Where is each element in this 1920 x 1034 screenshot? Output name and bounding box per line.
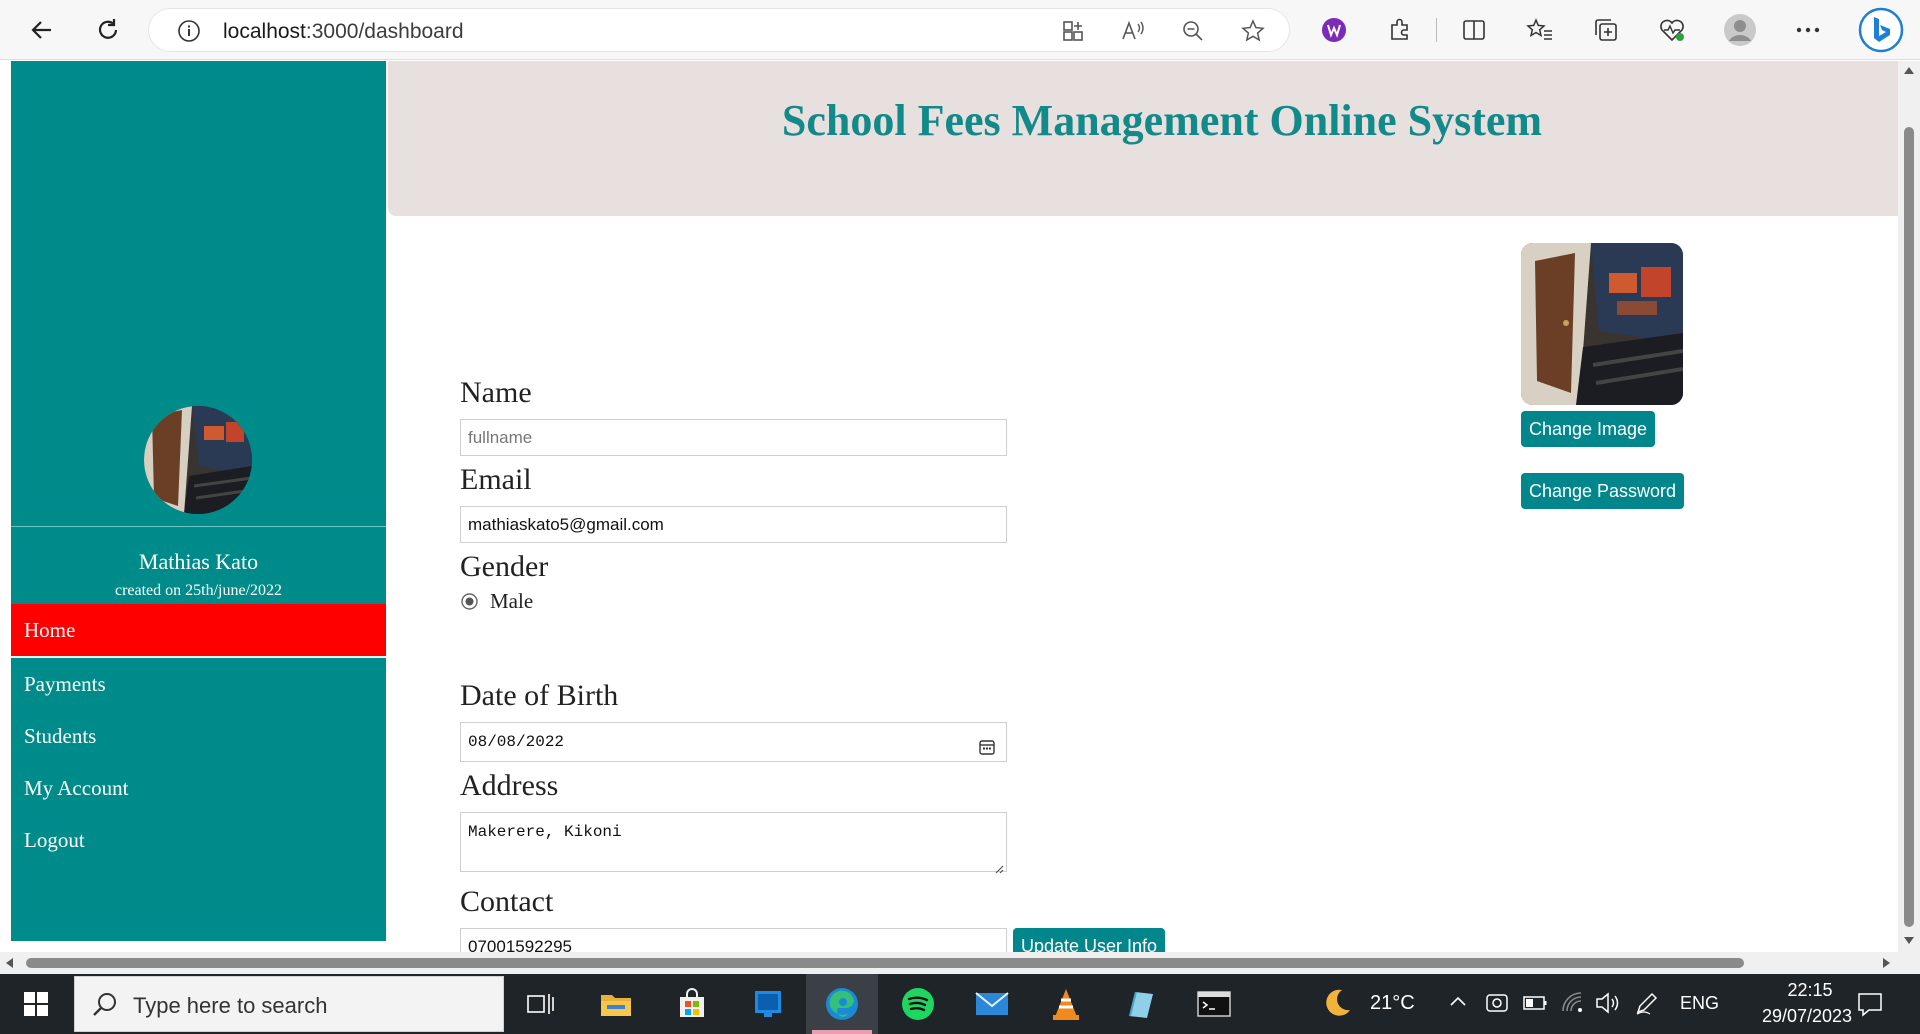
mail-icon[interactable] xyxy=(970,982,1014,1026)
active-indicator xyxy=(812,1030,872,1034)
nav-home[interactable]: Home xyxy=(11,604,386,656)
nav-logout[interactable]: Logout xyxy=(11,814,386,866)
clock-time[interactable]: 22:15 xyxy=(1760,980,1860,1001)
info-icon[interactable] xyxy=(175,17,203,45)
browser-toolbar: localhost:3000/dashboard xyxy=(0,0,1920,60)
favorites-icon[interactable] xyxy=(1520,10,1560,50)
scroll-down-icon[interactable] xyxy=(1904,937,1914,944)
split-screen-icon[interactable] xyxy=(1454,10,1494,50)
page-header: School Fees Management Online System xyxy=(388,61,1898,216)
taskbar-search-placeholder: Type here to search xyxy=(133,993,328,1018)
scroll-up-icon[interactable] xyxy=(1904,67,1914,74)
calendar-icon[interactable] xyxy=(978,733,996,755)
change-password-button[interactable]: Change Password xyxy=(1521,473,1684,509)
vertical-scroll-thumb[interactable] xyxy=(1904,127,1914,927)
pen-icon[interactable] xyxy=(1634,990,1660,1021)
search-icon xyxy=(91,991,119,1024)
weather-temperature[interactable]: 21°C xyxy=(1370,992,1415,1015)
collections-icon[interactable] xyxy=(1586,10,1626,50)
back-icon[interactable] xyxy=(22,10,62,50)
notifications-icon[interactable] xyxy=(1856,990,1884,1023)
more-options-icon[interactable] xyxy=(1788,10,1828,50)
name-input[interactable]: fullname xyxy=(460,419,1007,456)
gender-male-radio[interactable] xyxy=(461,593,478,610)
battery-icon[interactable] xyxy=(1522,992,1548,1019)
dob-label: Date of Birth xyxy=(460,679,619,712)
sidebar-divider xyxy=(11,526,386,527)
windows-start-icon[interactable] xyxy=(14,982,58,1026)
address-value: Makerere, Kikoni xyxy=(468,823,622,841)
scroll-left-icon[interactable] xyxy=(6,958,13,968)
volume-icon[interactable] xyxy=(1594,990,1622,1021)
resize-handle-icon[interactable] xyxy=(994,859,1004,874)
edge-browser-icon[interactable] xyxy=(820,982,864,1026)
name-label: Name xyxy=(460,376,532,409)
url-host: localhost xyxy=(223,20,306,43)
dob-input[interactable]: 08/08/2022 xyxy=(460,722,1007,762)
change-image-button[interactable]: Change Image xyxy=(1521,411,1655,447)
zoom-out-icon[interactable] xyxy=(1179,17,1207,45)
notepad-app-icon[interactable] xyxy=(1118,982,1162,1026)
toolbar-divider xyxy=(1436,18,1437,42)
file-explorer-icon[interactable] xyxy=(594,982,638,1026)
spotify-icon[interactable] xyxy=(896,982,940,1026)
read-aloud-icon[interactable] xyxy=(1119,17,1147,45)
user-name: Mathias Kato xyxy=(138,549,259,574)
blue-app-icon[interactable] xyxy=(746,982,790,1026)
language-indicator[interactable]: ENG xyxy=(1680,993,1719,1014)
tray-app-icon[interactable] xyxy=(1484,990,1510,1021)
address-bar[interactable]: localhost:3000/dashboard xyxy=(148,8,1290,52)
gender-male-label: Male xyxy=(490,589,534,613)
wifi-icon[interactable] xyxy=(1560,990,1586,1021)
scroll-right-icon[interactable] xyxy=(1883,958,1890,968)
sidebar-avatar xyxy=(144,406,252,514)
vlc-icon[interactable] xyxy=(1044,982,1088,1026)
gender-label: Gender xyxy=(460,550,549,583)
horizontal-scrollbar[interactable] xyxy=(0,952,1898,974)
nav-students[interactable]: Students xyxy=(11,710,386,762)
extension-w-icon[interactable] xyxy=(1314,10,1354,50)
terminal-icon[interactable] xyxy=(1192,982,1236,1026)
nav-payments[interactable]: Payments xyxy=(11,658,386,710)
nav-my-account[interactable]: My Account xyxy=(11,762,386,814)
weather-moon-icon[interactable] xyxy=(1320,986,1354,1025)
email-input[interactable]: mathiaskato5@gmail.com xyxy=(460,506,1007,543)
app-available-icon[interactable] xyxy=(1059,17,1087,45)
profile-image xyxy=(1521,243,1683,405)
page-viewport: Mathias Kato created on 25th/june/2022 H… xyxy=(0,61,1898,965)
contact-label: Contact xyxy=(460,885,554,918)
microsoft-store-icon[interactable] xyxy=(670,982,714,1026)
address-label: Address xyxy=(460,769,559,802)
dob-value: 08/08/2022 xyxy=(468,733,565,751)
vertical-scrollbar[interactable] xyxy=(1898,61,1920,952)
site-title: School Fees Management Online System xyxy=(781,96,1543,145)
favorite-star-icon[interactable] xyxy=(1239,17,1267,45)
browser-essentials-icon[interactable] xyxy=(1652,10,1692,50)
task-view-icon[interactable] xyxy=(518,982,562,1026)
refresh-icon[interactable] xyxy=(88,10,128,50)
scroll-corner xyxy=(1898,952,1920,974)
horizontal-scroll-thumb[interactable] xyxy=(26,958,1744,968)
taskbar-search-box[interactable]: Type here to search xyxy=(74,976,504,1032)
address-textarea[interactable]: Makerere, Kikoni xyxy=(460,812,1007,874)
email-label: Email xyxy=(460,463,532,496)
bing-chat-icon[interactable] xyxy=(1856,5,1906,55)
sidebar: Mathias Kato created on 25th/june/2022 H… xyxy=(11,61,386,941)
extensions-puzzle-icon[interactable] xyxy=(1380,10,1420,50)
address-text[interactable]: localhost:3000/dashboard xyxy=(223,20,464,44)
url-path: :3000/dashboard xyxy=(305,20,464,43)
taskbar: Type here to search 21°C ENG 22:15 29/07… xyxy=(0,974,1920,1034)
user-created-date: created on 25th/june/2022 xyxy=(114,582,283,599)
profile-avatar-icon[interactable] xyxy=(1720,10,1760,50)
tray-chevron-up-icon[interactable] xyxy=(1448,994,1468,1013)
